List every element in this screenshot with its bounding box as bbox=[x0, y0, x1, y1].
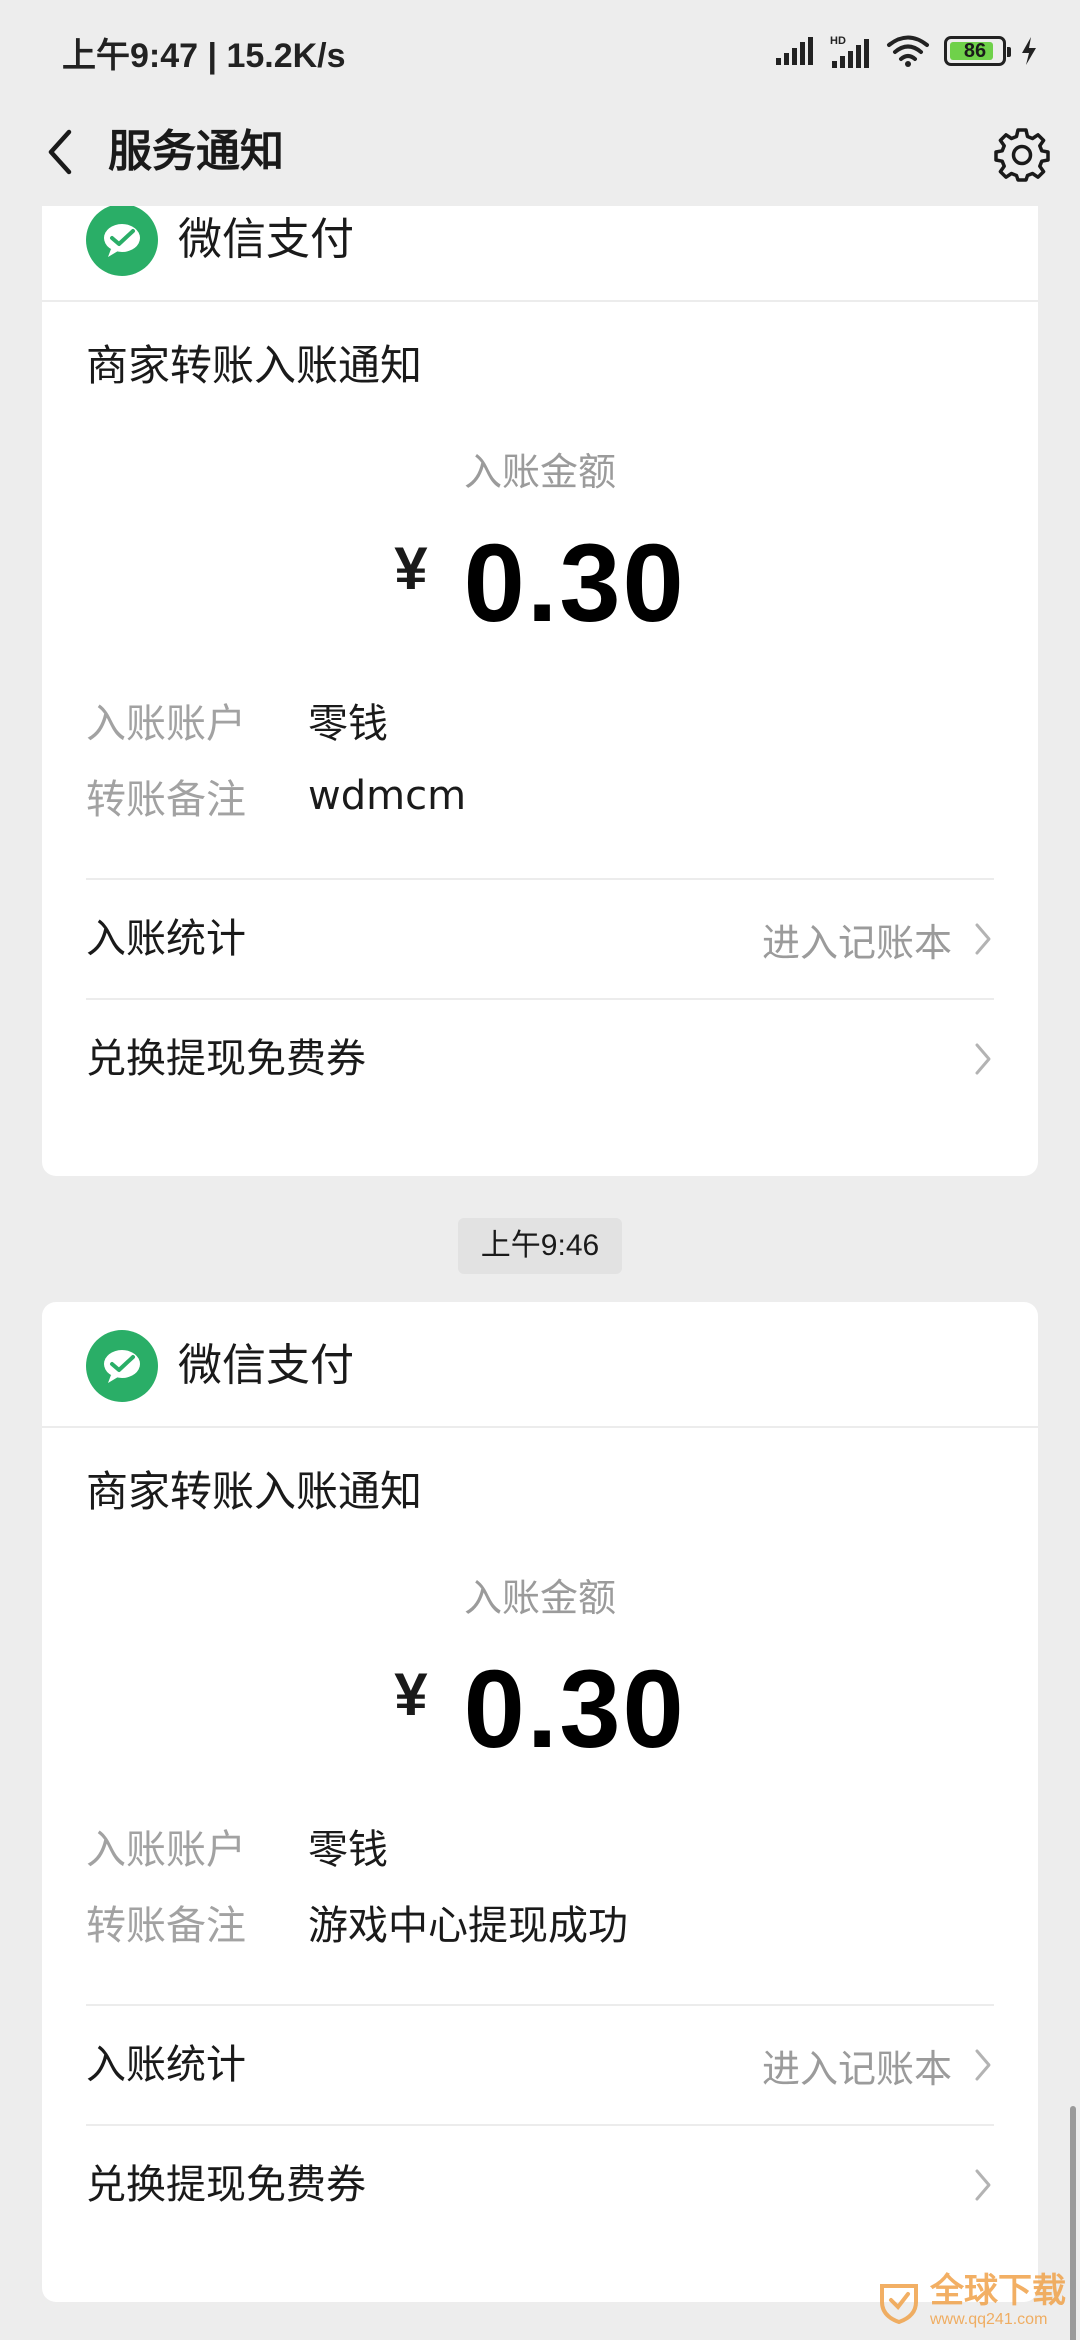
ledger-link-hint: 进入记账本 bbox=[761, 920, 952, 965]
status-icons: HD 86 bbox=[774, 26, 1038, 76]
wechat-pay-icon bbox=[104, 1350, 140, 1383]
gear-icon bbox=[994, 128, 1050, 182]
notification-card[interactable]: 微信支付 商家转账入账通知 入账金额 ¥ 0.30 入账账户 零钱 转账备注 w… bbox=[42, 206, 1038, 1176]
watermark-logo-icon bbox=[880, 2284, 918, 2324]
status-bar: 上午9:47 | 15.2K/s HD 86 bbox=[0, 0, 1080, 100]
currency-symbol: ¥ bbox=[394, 1661, 428, 1728]
detail-row-remark: 转账备注 游戏中心提现成功 bbox=[86, 1892, 628, 1952]
detail-row-account: 入账账户 零钱 bbox=[86, 690, 388, 750]
signal-icon bbox=[776, 37, 813, 65]
detail-value: 游戏中心提现成功 bbox=[308, 1903, 628, 1949]
wechat-pay-logo bbox=[86, 1330, 158, 1402]
amount-value: 0.30 bbox=[463, 522, 686, 645]
detail-value: 零钱 bbox=[308, 701, 388, 747]
detail-label: 转账备注 bbox=[86, 1903, 246, 1949]
pay-name: 微信支付 bbox=[178, 1340, 354, 1391]
amount-row: ¥ 0.30 bbox=[42, 524, 1038, 644]
free-coupon-row[interactable]: 兑换提现免费券 bbox=[86, 1000, 994, 1118]
card-header[interactable]: 微信支付 bbox=[42, 206, 1038, 302]
back-button[interactable] bbox=[30, 122, 90, 182]
free-coupon-row[interactable]: 兑换提现免费券 bbox=[86, 2126, 994, 2244]
link-right bbox=[952, 2156, 994, 2214]
link-label: 入账统计 bbox=[86, 916, 246, 962]
page-title: 服务通知 bbox=[108, 126, 284, 177]
income-stats-row[interactable]: 入账统计 进入记账本 bbox=[86, 880, 994, 998]
nav-bar: 服务通知 bbox=[0, 100, 1080, 206]
detail-label: 入账账户 bbox=[86, 1827, 246, 1873]
amount-row: ¥ 0.30 bbox=[42, 1650, 1038, 1770]
wechat-pay-logo bbox=[86, 206, 158, 276]
link-label: 兑换提现免费券 bbox=[86, 1036, 366, 1082]
battery-icon: 86 bbox=[944, 36, 1011, 66]
card-title: 商家转账入账通知 bbox=[86, 341, 423, 390]
status-time-speed: 上午9:47 | 15.2K/s bbox=[62, 37, 346, 75]
detail-label: 转账备注 bbox=[86, 777, 246, 823]
notification-list[interactable]: 微信支付 商家转账入账通知 入账金额 ¥ 0.30 入账账户 零钱 转账备注 w… bbox=[0, 206, 1080, 2340]
battery-cap bbox=[1007, 47, 1011, 57]
card-title: 商家转账入账通知 bbox=[86, 1467, 423, 1516]
link-right: 进入记账本 bbox=[762, 2036, 994, 2094]
watermark-subtitle: www.qq241.com bbox=[930, 2311, 1048, 2328]
watermark-title: 全球下载 bbox=[930, 2271, 1066, 2311]
settings-button[interactable] bbox=[990, 122, 1054, 186]
notification-card[interactable]: 微信支付 商家转账入账通知 入账金额 ¥ 0.30 入账账户 零钱 转账备注 游… bbox=[42, 1302, 1038, 2302]
detail-value: 零钱 bbox=[308, 1827, 388, 1873]
hd-signal-icon: HD bbox=[830, 35, 869, 68]
chevron-right-icon bbox=[972, 2165, 994, 2205]
detail-row-account: 入账账户 零钱 bbox=[86, 1816, 388, 1876]
currency-symbol: ¥ bbox=[394, 535, 428, 602]
link-right: 进入记账本 bbox=[762, 910, 994, 968]
charging-icon bbox=[1022, 37, 1036, 65]
svg-text:HD: HD bbox=[830, 35, 846, 47]
wifi-icon bbox=[887, 35, 929, 67]
battery-level: 86 bbox=[963, 39, 987, 62]
chevron-left-icon bbox=[48, 129, 72, 175]
pay-name: 微信支付 bbox=[178, 214, 354, 265]
link-label: 入账统计 bbox=[86, 2042, 246, 2088]
scrollbar[interactable] bbox=[1070, 2106, 1076, 2340]
income-stats-row[interactable]: 入账统计 进入记账本 bbox=[86, 2006, 994, 2124]
wechat-pay-icon bbox=[104, 224, 140, 257]
chevron-right-icon bbox=[972, 919, 994, 959]
amount-label: 入账金额 bbox=[463, 1576, 616, 1620]
link-label: 兑换提现免费券 bbox=[86, 2162, 366, 2208]
amount-label: 入账金额 bbox=[463, 450, 616, 494]
site-watermark: 全球下载 www.qq241.com bbox=[876, 2274, 1066, 2328]
message-timestamp: 上午9:46 bbox=[458, 1218, 622, 1274]
chevron-right-icon bbox=[972, 1039, 994, 1079]
card-header[interactable]: 微信支付 bbox=[42, 1302, 1038, 1428]
link-right bbox=[952, 1030, 994, 1088]
watermark-text: 全球下载 www.qq241.com bbox=[930, 2274, 1066, 2328]
detail-row-remark: 转账备注 wdmcm bbox=[86, 766, 466, 826]
ledger-link-hint: 进入记账本 bbox=[761, 2046, 952, 2091]
detail-label: 入账账户 bbox=[86, 701, 246, 747]
amount-value: 0.30 bbox=[463, 1648, 686, 1771]
chevron-right-icon bbox=[972, 2045, 994, 2085]
detail-value: wdmcm bbox=[308, 773, 467, 819]
